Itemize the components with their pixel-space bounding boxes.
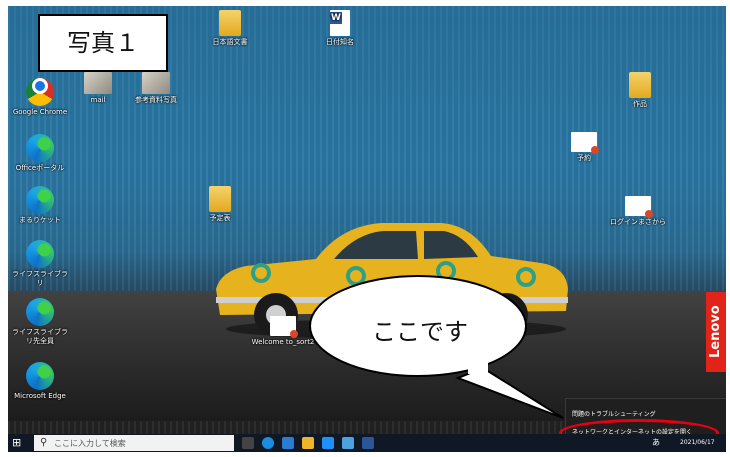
lenovo-brand-tag: Lenovo xyxy=(706,292,726,372)
word-document-icon xyxy=(330,10,350,36)
desktop-icon-life1[interactable]: ライフスライブラリ xyxy=(10,240,70,288)
photo-label-box: 写真１ xyxy=(38,14,168,72)
edge-icon xyxy=(26,186,54,214)
desktop-icon-marugo[interactable]: まるりケット xyxy=(10,186,70,225)
chrome-icon xyxy=(26,78,54,106)
callout-bubble xyxy=(309,275,564,419)
desktop-icon-chrome[interactable]: Google Chrome xyxy=(10,72,70,117)
task-view-icon[interactable] xyxy=(242,437,254,449)
desktop-icon-label: 参考資料写真 xyxy=(135,96,177,104)
image-file-icon xyxy=(84,72,112,94)
desktop-icon-label: Microsoft Edge xyxy=(14,392,66,400)
desktop-icon-office[interactable]: Officeポータル xyxy=(10,134,70,173)
word-icon[interactable] xyxy=(362,437,374,449)
search-icon: ⚲ xyxy=(40,437,48,448)
desktop-icon-label: 日本語文書 xyxy=(212,38,248,46)
desktop-icon-mail[interactable]: mail xyxy=(68,72,128,105)
desktop-icon-life2[interactable]: ライフスライブラリ先全員 xyxy=(10,298,70,346)
desktop-icon-label: ライフスライブラリ先全員 xyxy=(12,328,68,345)
edge-icon xyxy=(26,240,54,268)
desktop-icon-msedge[interactable]: Microsoft Edge xyxy=(10,362,70,401)
ime-indicator[interactable]: あ xyxy=(652,438,662,448)
folder-icon xyxy=(629,72,651,98)
desktop-icon-label: ライフスライブラリ xyxy=(12,270,68,287)
desktop-icon-label: Welcome to_sort2 xyxy=(251,338,315,346)
windows-start-icon[interactable]: ⊞ xyxy=(12,437,24,449)
desktop-icon-label: 日付知名 xyxy=(326,38,354,46)
desktop-icon-label: mail xyxy=(90,96,106,104)
shortcut-file-icon xyxy=(270,316,298,338)
desktop-icon-note1[interactable]: 予約 xyxy=(554,132,614,163)
desktop-icon-label: 予定表 xyxy=(209,214,231,222)
edge-icon xyxy=(26,298,54,326)
image-file-icon xyxy=(142,72,170,94)
desktop-icon-label: Google Chrome xyxy=(12,108,68,116)
desktop-icon-label: 作品 xyxy=(633,100,647,108)
edge-icon xyxy=(26,134,54,162)
desktop-icon-label: まるりケット xyxy=(19,216,61,224)
taskbar-clock[interactable]: 2021/06/17 xyxy=(680,439,715,446)
file-explorer-icon[interactable] xyxy=(302,437,314,449)
mail-icon[interactable] xyxy=(322,437,334,449)
desktop-icon-folder2[interactable]: 予定表 xyxy=(190,186,250,223)
taskbar: ⊞ ⚲ ここに入力して検索 あ 2021/06/17 xyxy=(8,434,726,452)
search-input[interactable]: ここに入力して検索 xyxy=(54,438,126,449)
desktop-icon-folder1[interactable]: 日本語文書 xyxy=(200,10,260,47)
desktop-screen: Google Chrome mail 参考資料写真 Officeポータル まるり… xyxy=(8,6,726,452)
store-icon[interactable] xyxy=(282,437,294,449)
app-icon[interactable] xyxy=(342,437,354,449)
edge-taskbar-icon[interactable] xyxy=(262,437,274,449)
document-icon xyxy=(209,186,231,212)
desktop-icon-worddoc[interactable]: 日付知名 xyxy=(310,10,370,47)
edge-icon xyxy=(26,362,54,390)
desktop-icon-note2[interactable]: ログインまさから xyxy=(608,196,668,227)
callout-text: ここです xyxy=(372,318,468,346)
folder-icon xyxy=(219,10,241,36)
shortcut-file-icon xyxy=(571,132,599,154)
menu-item-troubleshoot[interactable]: 問題のトラブルシューティング xyxy=(572,409,656,418)
desktop-icon-folder3[interactable]: 作品 xyxy=(610,72,670,109)
desktop-icon-label: 予約 xyxy=(577,154,591,162)
desktop-icon-label: Officeポータル xyxy=(15,164,65,172)
shortcut-file-icon xyxy=(625,196,653,218)
desktop-icon-shashin[interactable]: 参考資料写真 xyxy=(126,72,186,105)
taskbar-search-box[interactable]: ⚲ ここに入力して検索 xyxy=(34,435,234,451)
desktop-icon-label: ログインまさから xyxy=(610,218,666,226)
